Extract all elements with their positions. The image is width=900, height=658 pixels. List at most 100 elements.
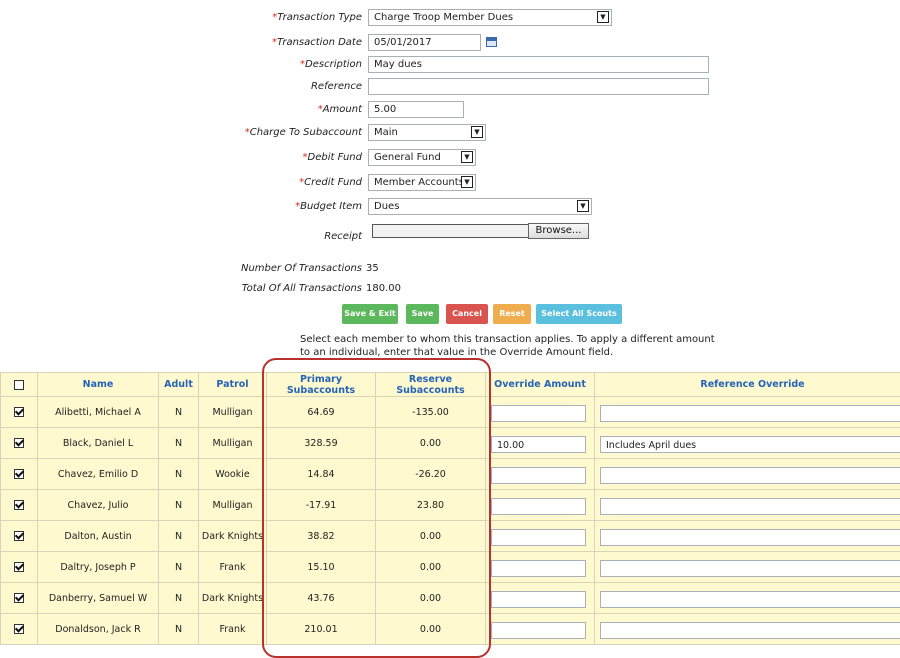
row-checkbox[interactable] [14,531,24,541]
column-header-primary[interactable]: Primary Subaccounts [267,373,376,397]
row-checkbox[interactable] [14,438,24,448]
budget-item-label: *Budget Item [295,201,362,212]
column-header-patrol[interactable]: Patrol [199,373,267,397]
transaction-type-row: *Transaction Type Charge Troop Member Du… [0,9,900,29]
member-adult: N [159,614,199,645]
row-select-cell [1,521,38,552]
override-amount-input[interactable] [491,622,586,639]
override-amount-cell [486,459,595,490]
reference-override-input[interactable]: Includes April dues [600,436,900,453]
member-adult: N [159,490,199,521]
reference-override-input[interactable] [600,467,900,484]
member-reserve: 0.00 [376,521,486,552]
number-of-transactions-label: Number Of Transactions [241,263,362,274]
receipt-file-path[interactable] [372,224,528,238]
charge-subaccount-select[interactable]: Main ▼ [368,124,486,141]
total-of-transactions-label: Total Of All Transactions [242,283,362,294]
override-amount-input[interactable] [491,529,586,546]
credit-fund-select[interactable]: Member Accounts ▼ [368,174,476,191]
member-primary: 38.82 [267,521,376,552]
member-name: Black, Daniel L [38,428,159,459]
member-primary: 15.10 [267,552,376,583]
credit-fund-label: *Credit Fund [299,177,362,188]
row-checkbox[interactable] [14,407,24,417]
save-exit-button[interactable]: Save & Exit [342,304,398,324]
reference-override-input[interactable] [600,622,900,639]
members-table: Name Adult Patrol Primary Subaccounts Re… [0,372,900,645]
table-row: Black, Daniel L N Mulligan 328.59 0.00 1… [1,428,900,459]
calendar-icon[interactable] [486,37,497,47]
cancel-button[interactable]: Cancel [446,304,488,324]
override-amount-cell [486,521,595,552]
chevron-down-icon: ▼ [597,11,609,23]
row-select-cell [1,583,38,614]
member-patrol: Mulligan [199,490,267,521]
row-select-cell [1,459,38,490]
reference-override-cell [595,614,900,645]
reference-override-cell [595,490,900,521]
reference-override-cell [595,521,900,552]
override-amount-cell [486,583,595,614]
override-amount-input[interactable] [491,591,586,608]
table-row: Chavez, Emilio D N Wookie 14.84 -26.20 [1,459,900,490]
member-patrol: Wookie [199,459,267,490]
column-header-override-amount[interactable]: Override Amount [486,373,595,397]
table-row: Dalton, Austin N Dark Knights 38.82 0.00 [1,521,900,552]
row-checkbox[interactable] [14,624,24,634]
browse-button[interactable]: Browse... [528,223,589,239]
reference-input[interactable] [368,78,709,95]
row-checkbox[interactable] [14,593,24,603]
row-checkbox[interactable] [14,500,24,510]
reference-override-input[interactable] [600,560,900,577]
select-all-header [1,373,38,397]
column-header-name[interactable]: Name [38,373,159,397]
member-reserve: 0.00 [376,552,486,583]
override-amount-input[interactable] [491,498,586,515]
transaction-date-input[interactable]: 05/01/2017 [368,34,481,51]
select-all-checkbox[interactable] [14,380,24,390]
transaction-type-select[interactable]: Charge Troop Member Dues ▼ [368,9,612,26]
reset-button[interactable]: Reset [493,304,531,324]
total-of-transactions-value: 180.00 [366,283,401,294]
row-checkbox[interactable] [14,469,24,479]
reference-override-input[interactable] [600,529,900,546]
reference-override-input[interactable] [600,591,900,608]
member-primary: 64.69 [267,397,376,428]
receipt-row: Receipt Browse... [0,222,900,246]
member-adult: N [159,521,199,552]
reference-override-cell [595,397,900,428]
row-checkbox[interactable] [14,562,24,572]
column-header-adult[interactable]: Adult [159,373,199,397]
row-select-cell [1,614,38,645]
column-header-reference-override[interactable]: Reference Override [595,373,900,397]
row-select-cell [1,397,38,428]
member-name: Danberry, Samuel W [38,583,159,614]
amount-label: *Amount [318,104,362,115]
reference-override-cell [595,552,900,583]
instructions-text: Select each member to whom this transact… [300,333,720,359]
debit-fund-select[interactable]: General Fund ▼ [368,149,476,166]
description-input[interactable]: May dues [368,56,709,73]
override-amount-input[interactable]: 10.00 [491,436,586,453]
reference-row: Reference [0,78,900,98]
reference-override-input[interactable] [600,498,900,515]
receipt-file-input[interactable]: Browse... [368,222,592,241]
reference-override-input[interactable] [600,405,900,422]
override-amount-input[interactable] [491,560,586,577]
amount-input[interactable]: 5.00 [368,101,464,118]
member-name: Daltry, Joseph P [38,552,159,583]
row-select-cell [1,552,38,583]
override-amount-input[interactable] [491,405,586,422]
select-all-scouts-button[interactable]: Select All Scouts [536,304,622,324]
override-amount-input[interactable] [491,467,586,484]
chevron-down-icon: ▼ [461,176,473,188]
chevron-down-icon: ▼ [471,126,483,138]
column-header-reserve[interactable]: Reserve Subaccounts [376,373,486,397]
override-amount-cell: 10.00 [486,428,595,459]
transaction-type-label: *Transaction Type [272,12,362,23]
save-button[interactable]: Save [406,304,439,324]
budget-item-select[interactable]: Dues ▼ [368,198,592,215]
member-name: Alibetti, Michael A [38,397,159,428]
member-adult: N [159,459,199,490]
member-name: Chavez, Julio [38,490,159,521]
